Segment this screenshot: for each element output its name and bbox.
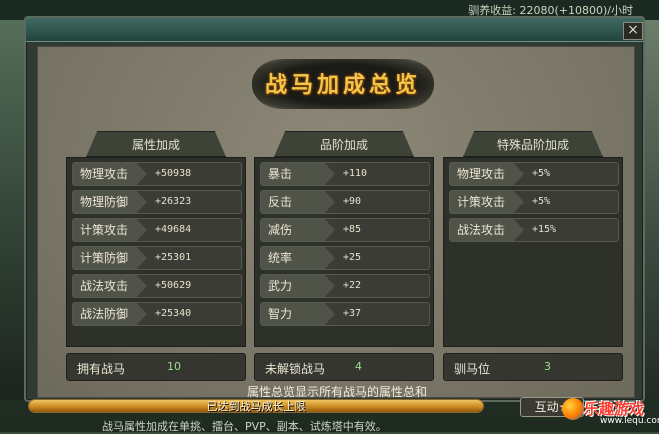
- stat-label: 战法防御: [73, 303, 147, 325]
- training-slots-label: 驯马位: [454, 362, 491, 376]
- warhorse-bonus-panel: × 战马加成总览 属性加成 物理攻击 +50938 物理防御 +26323 计策攻击…: [24, 16, 645, 402]
- locked-horses-value: 4: [355, 360, 362, 373]
- stat-row: 物理攻击 +5%: [449, 162, 619, 186]
- stat-label: 减伤: [261, 219, 335, 241]
- special-rank-bonus-column: 特殊品阶加成 物理攻击 +5% 计策攻击 +5% 战法攻击 +15%: [443, 131, 623, 347]
- stat-label: 战法攻击: [73, 275, 147, 297]
- stat-label: 暴击: [261, 163, 335, 185]
- stat-row: 战法防御 +25340: [72, 302, 242, 326]
- stat-row: 武力 +22: [260, 274, 430, 298]
- stat-value: +22: [343, 280, 362, 291]
- stat-label: 计策攻击: [450, 191, 524, 213]
- panel-content: 战马加成总览 属性加成 物理攻击 +50938 物理防御 +26323 计策攻击 +4…: [37, 46, 635, 399]
- stat-value: +49684: [155, 224, 192, 235]
- stat-label: 武力: [261, 275, 335, 297]
- stat-value: +50629: [155, 280, 192, 291]
- stat-value: +25301: [155, 252, 192, 263]
- stat-label: 物理攻击: [73, 163, 147, 185]
- stat-row: 物理防御 +26323: [72, 190, 242, 214]
- owned-horses-label: 拥有战马: [77, 362, 126, 376]
- stat-row: 统率 +25: [260, 246, 430, 270]
- stat-value: +15%: [532, 224, 557, 235]
- stat-label: 战法攻击: [450, 219, 524, 241]
- stat-row: 物理攻击 +50938: [72, 162, 242, 186]
- stat-row: 战法攻击 +15%: [449, 218, 619, 242]
- growth-progress-text: 已达到战马成长上限: [206, 400, 306, 413]
- site-logo: 乐趣游戏 www.lequ.com: [560, 396, 659, 432]
- stat-value: +90: [343, 196, 362, 207]
- stat-row: 智力 +37: [260, 302, 430, 326]
- stat-value: +50938: [155, 168, 192, 179]
- special-rank-bonus-header: 特殊品阶加成: [463, 131, 603, 157]
- stat-label: 物理防御: [73, 191, 147, 213]
- logo-icon: [562, 398, 584, 420]
- stat-label: 智力: [261, 303, 335, 325]
- stat-row: 反击 +90: [260, 190, 430, 214]
- stat-row: 计策攻击 +5%: [449, 190, 619, 214]
- owned-horses-counter: 拥有战马 10: [66, 353, 246, 381]
- stat-label: 反击: [261, 191, 335, 213]
- stat-value: +25: [343, 252, 362, 263]
- stat-row: 减伤 +85: [260, 218, 430, 242]
- logo-url: www.lequ.com: [600, 416, 659, 426]
- stat-label: 统率: [261, 247, 335, 269]
- stat-value: +37: [343, 308, 362, 319]
- stat-row: 战法攻击 +50629: [72, 274, 242, 298]
- stat-value: +5%: [532, 168, 551, 179]
- special-rank-bonus-list: 物理攻击 +5% 计策攻击 +5% 战法攻击 +15%: [443, 157, 623, 347]
- stat-label: 计策防御: [73, 247, 147, 269]
- panel-title: 战马加成总览: [264, 72, 421, 98]
- locked-horses-counter: 未解锁战马 4: [254, 353, 434, 381]
- stat-label: 物理攻击: [450, 163, 524, 185]
- attribute-bonus-header: 属性加成: [86, 131, 226, 157]
- stat-value: +5%: [532, 196, 551, 207]
- training-slots-value: 3: [544, 360, 551, 373]
- training-slots-counter: 驯马位 3: [443, 353, 623, 381]
- stat-row: 暴击 +110: [260, 162, 430, 186]
- stat-value: +85: [343, 224, 362, 235]
- stat-value: +110: [343, 168, 368, 179]
- locked-horses-label: 未解锁战马: [265, 362, 326, 376]
- rank-bonus-column: 品阶加成 暴击 +110 反击 +90 减伤 +85 统率 +25 武力 +22 智力 +3…: [254, 131, 434, 347]
- attribute-bonus-list: 物理攻击 +50938 物理防御 +26323 计策攻击 +49684 计策防御 +25…: [66, 157, 246, 347]
- stat-row: 计策防御 +25301: [72, 246, 242, 270]
- attribute-bonus-column: 属性加成 物理攻击 +50938 物理防御 +26323 计策攻击 +49684 计策…: [66, 131, 246, 347]
- close-button[interactable]: ×: [623, 22, 643, 40]
- rank-bonus-header: 品阶加成: [274, 131, 414, 157]
- stat-row: 计策攻击 +49684: [72, 218, 242, 242]
- owned-horses-value: 10: [167, 360, 181, 373]
- rank-bonus-list: 暴击 +110 反击 +90 减伤 +85 统率 +25 武力 +22 智力 +37: [254, 157, 434, 347]
- stat-label: 计策攻击: [73, 219, 147, 241]
- stat-value: +26323: [155, 196, 192, 207]
- stat-value: +25340: [155, 308, 192, 319]
- panel-header: [26, 18, 643, 42]
